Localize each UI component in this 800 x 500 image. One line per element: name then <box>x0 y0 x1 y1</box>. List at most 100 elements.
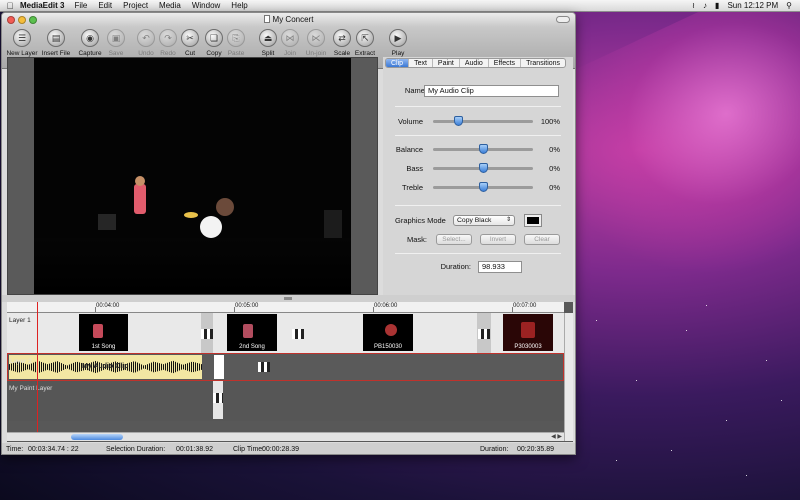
video-clip[interactable]: 1st Song <box>79 314 128 351</box>
menu-app-name[interactable]: MediaEdit 3 <box>20 1 64 10</box>
graphics-mode-label: Graphics Mode <box>395 216 446 225</box>
pane-splitter[interactable] <box>2 295 575 302</box>
transition-marker[interactable] <box>292 329 304 339</box>
clip-name: 1st Song <box>91 344 116 350</box>
separator <box>395 205 561 206</box>
ruler-label: 00:06:00 <box>374 303 398 309</box>
transition-marker[interactable] <box>478 329 490 339</box>
volume-slider[interactable] <box>433 116 533 126</box>
time-ruler[interactable]: 00:04:00 00:05:00 00:06:00 00:07:00 <box>7 302 564 313</box>
bass-row: Bass 0% <box>383 163 573 175</box>
minimize-window-icon[interactable] <box>18 16 26 24</box>
splitter-grip[interactable] <box>284 297 292 300</box>
track-paint-layer[interactable]: My Paint Layer <box>7 381 564 421</box>
clip-time-label: Clip Time: <box>233 446 265 453</box>
track-layer-1[interactable]: Layer 1 1st Song 2nd Song PB150030 P3030… <box>7 313 564 353</box>
tab-transitions[interactable]: Transitions <box>521 59 565 67</box>
video-preview[interactable] <box>7 57 378 295</box>
menu-project[interactable]: Project <box>123 1 148 10</box>
window-title: My Concert <box>272 15 314 24</box>
audio-clip-name: My Audio Clip <box>82 363 129 370</box>
mask-invert-button[interactable]: Invert <box>480 234 516 245</box>
duration-label: Duration: <box>440 262 471 271</box>
layer-name: Layer 1 <box>9 317 31 324</box>
clip-name-field[interactable]: My Audio Clip <box>424 85 559 97</box>
bass-drum <box>200 216 222 238</box>
mask-color-swatch[interactable] <box>524 214 542 227</box>
track-layer-2[interactable]: My Audio Clip Layer 2 <box>7 353 564 381</box>
transition-marker[interactable] <box>213 393 223 403</box>
menu-window[interactable]: Window <box>192 1 220 10</box>
menu-file[interactable]: File <box>74 1 87 10</box>
menu-clock[interactable]: Sun 12:12 PM <box>727 1 778 10</box>
transition-marker[interactable] <box>258 362 270 372</box>
volume-icon[interactable]: ♪ <box>703 1 707 10</box>
video-clip[interactable]: 2nd Song <box>227 314 277 351</box>
timeline[interactable]: 00:04:00 00:05:00 00:06:00 00:07:00 Laye… <box>7 302 573 442</box>
bass-slider-knob[interactable] <box>479 163 488 173</box>
singer-head <box>135 176 145 186</box>
vertical-scrollbar[interactable] <box>564 313 573 441</box>
time-label: Time: <box>6 446 24 453</box>
clip-segment[interactable] <box>214 355 224 379</box>
balance-label: Balance <box>395 145 423 154</box>
separator <box>395 106 561 107</box>
tab-text[interactable]: Text <box>409 59 433 67</box>
tab-paint[interactable]: Paint <box>433 59 460 67</box>
wallpaper-stars <box>576 290 800 500</box>
bass-label: Bass <box>406 164 423 173</box>
mask-clear-button[interactable]: Clear <box>524 234 560 245</box>
mask-row: Mask: Select... Invert Clear <box>383 234 573 246</box>
app-window: My Concert ☰ New Layer ▤ Insert File ◉ Capt… <box>1 12 576 455</box>
extract-icon: ⇱ <box>356 29 374 47</box>
menu-extras: ≀ ♪ ▮ Sun 12:12 PM ⚲ <box>692 1 792 10</box>
scrollbar-thumb[interactable] <box>71 434 123 440</box>
play-button[interactable]: ▶ Play <box>378 29 418 57</box>
clip-thumbnail-figure <box>385 324 397 336</box>
tab-effects[interactable]: Effects <box>489 59 522 67</box>
balance-slider-knob[interactable] <box>479 144 488 154</box>
horizontal-scrollbar[interactable]: ◀ ▶ <box>7 432 564 441</box>
video-clip[interactable]: P3030003 <box>503 314 553 351</box>
tab-clip[interactable]: Clip <box>386 59 410 67</box>
mask-select-button[interactable]: Select... <box>436 234 472 245</box>
treble-slider-knob[interactable] <box>479 182 488 192</box>
tab-audio[interactable]: Audio <box>460 59 489 67</box>
balance-slider[interactable] <box>433 144 533 154</box>
chevron-updown-icon: ⇕ <box>505 217 511 223</box>
bass-slider[interactable] <box>433 163 533 173</box>
volume-slider-knob[interactable] <box>454 116 463 126</box>
title-bar[interactable]: My Concert <box>2 13 575 27</box>
guitar-figure <box>184 212 198 218</box>
menu-edit[interactable]: Edit <box>98 1 112 10</box>
battery-icon[interactable]: ▮ <box>715 1 719 10</box>
toolbar-toggle-button[interactable] <box>556 16 570 23</box>
treble-slider[interactable] <box>433 182 533 192</box>
close-window-icon[interactable] <box>7 16 15 24</box>
clip-thumbnail-figure <box>521 322 535 338</box>
inspector-tabs: Clip Text Paint Audio Effects Transition… <box>385 58 567 68</box>
menu-help[interactable]: Help <box>231 1 247 10</box>
wifi-icon[interactable]: ≀ <box>692 1 695 10</box>
amp-left <box>98 214 116 230</box>
menu-media[interactable]: Media <box>159 1 181 10</box>
document-icon <box>263 15 270 23</box>
inspector-panel: Clip Text Paint Audio Effects Transition… <box>383 57 573 295</box>
save-icon: ▣ <box>107 29 125 47</box>
apple-icon[interactable]:  <box>0 1 20 11</box>
bass-value: 0% <box>549 164 560 173</box>
graphics-mode-select[interactable]: Copy Black ⇕ <box>453 215 515 226</box>
treble-value: 0% <box>549 183 560 192</box>
duration-field[interactable]: 98.933 <box>478 261 522 273</box>
scroll-arrows-icon[interactable]: ◀ ▶ <box>551 433 562 440</box>
window-controls <box>7 16 37 24</box>
name-row: Name: My Audio Clip <box>383 85 573 97</box>
layer-name: Layer 2 <box>10 358 32 365</box>
transition-marker[interactable] <box>201 329 213 339</box>
separator <box>395 253 561 254</box>
video-clip[interactable]: PB150030 <box>363 314 413 351</box>
playhead[interactable] <box>37 302 38 432</box>
spotlight-icon[interactable]: ⚲ <box>786 1 792 10</box>
clip-name: PB150030 <box>373 344 403 350</box>
zoom-window-icon[interactable] <box>29 16 37 24</box>
